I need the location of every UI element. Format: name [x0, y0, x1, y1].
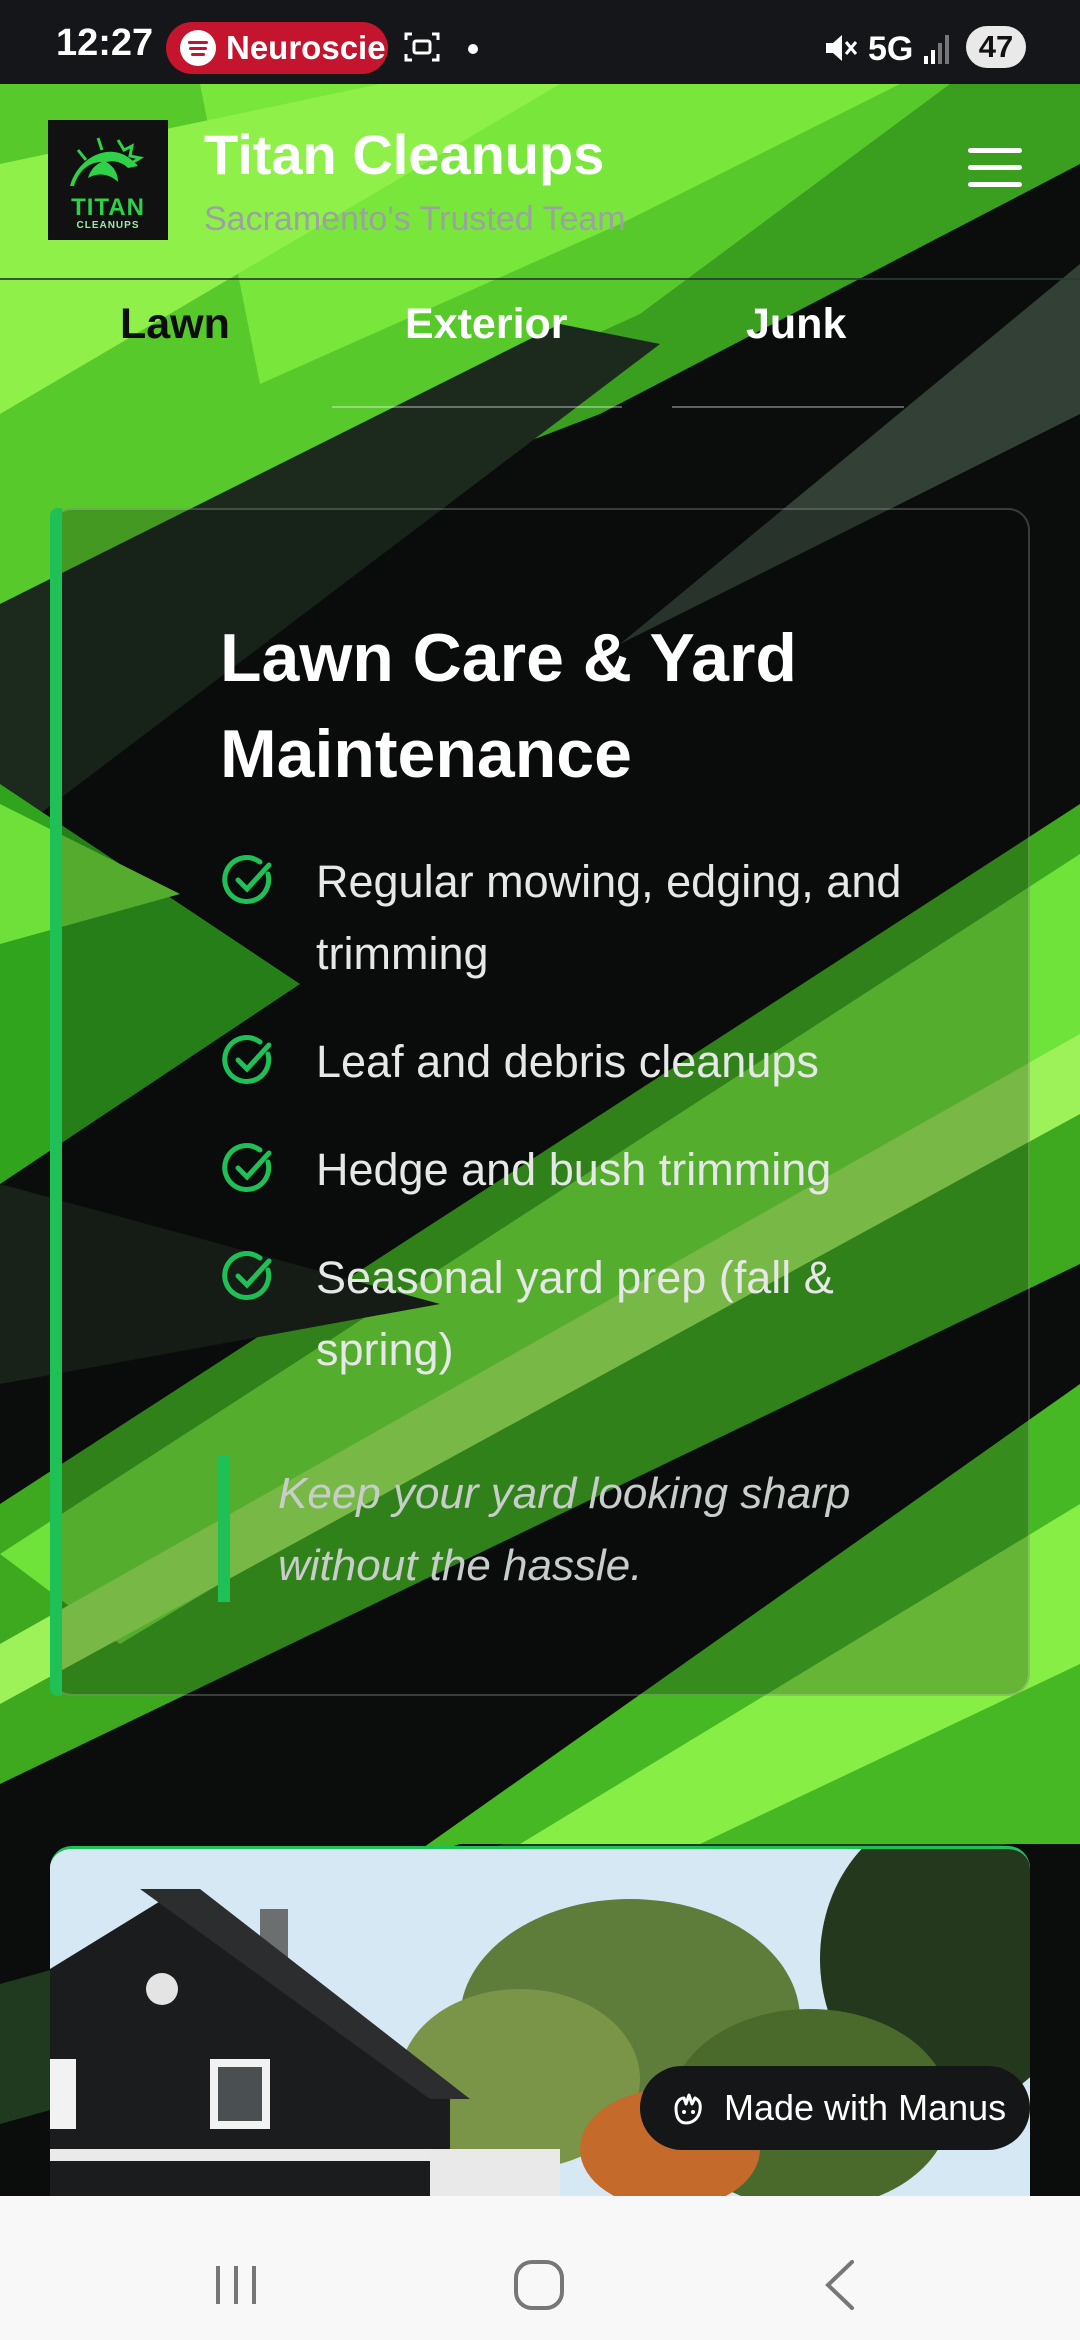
- status-bar: 12:27 Neuroscie 5G 47: [0, 0, 1080, 84]
- check-circle-icon: [222, 1035, 272, 1084]
- feature-item: Regular mowing, edging, and trimming: [316, 856, 902, 979]
- mute-icon: [826, 35, 858, 61]
- feature-item: Hedge and bush trimming: [316, 1144, 832, 1195]
- logo[interactable]: TITAN CLEANUPS: [48, 120, 168, 240]
- service-title: Lawn Care & Yard Maintenance: [220, 620, 797, 792]
- service-quote: Keep your yard looking sharp without the…: [278, 1469, 851, 1590]
- feature-item: Leaf and debris cleanups: [316, 1036, 819, 1087]
- tab-lawn[interactable]: Lawn: [120, 300, 230, 349]
- hamburger-menu-icon[interactable]: [968, 144, 1024, 192]
- spotify-icon: [180, 30, 216, 66]
- made-with-manus-badge[interactable]: Made with Manus: [640, 2066, 1030, 2150]
- signal-icon: [924, 35, 949, 64]
- logo-subtext: CLEANUPS: [76, 220, 140, 231]
- battery-indicator: 47: [966, 26, 1026, 68]
- network-type: 5G: [868, 30, 914, 68]
- back-icon[interactable]: [820, 2258, 860, 2312]
- tab-exterior-underline: [332, 406, 622, 408]
- made-with-label: Made with Manus: [724, 2087, 1007, 2128]
- home-icon[interactable]: [512, 2258, 566, 2312]
- screenshot-icon: [404, 32, 440, 62]
- site-header: TITAN CLEANUPS Titan Cleanups Sacramento…: [0, 84, 1080, 280]
- feature-item: Seasonal yard prep (fall & spring): [316, 1252, 834, 1375]
- tab-exterior[interactable]: Exterior: [405, 300, 568, 349]
- site-title[interactable]: Titan Cleanups: [204, 122, 604, 187]
- notification-dot: [468, 44, 478, 54]
- quote-accent-bar: [218, 1456, 230, 1602]
- recents-icon[interactable]: [212, 2262, 260, 2308]
- tab-junk[interactable]: Junk: [746, 300, 846, 349]
- media-app-label: Neuroscie: [226, 29, 386, 66]
- check-circle-icon: [222, 1143, 272, 1192]
- tab-junk-underline: [672, 406, 904, 408]
- status-time: 12:27: [56, 22, 154, 64]
- site-tagline: Sacramento's Trusted Team: [204, 200, 626, 238]
- check-circle-icon: [222, 855, 272, 904]
- card-accent-bar: [50, 508, 62, 1696]
- media-playback-pill[interactable]: Neuroscie: [166, 22, 388, 74]
- system-navigation-bar: [0, 2196, 1080, 2340]
- check-circle-icon: [222, 1251, 272, 1300]
- logo-text: TITAN: [71, 194, 145, 221]
- manus-hand-icon: [674, 2093, 702, 2125]
